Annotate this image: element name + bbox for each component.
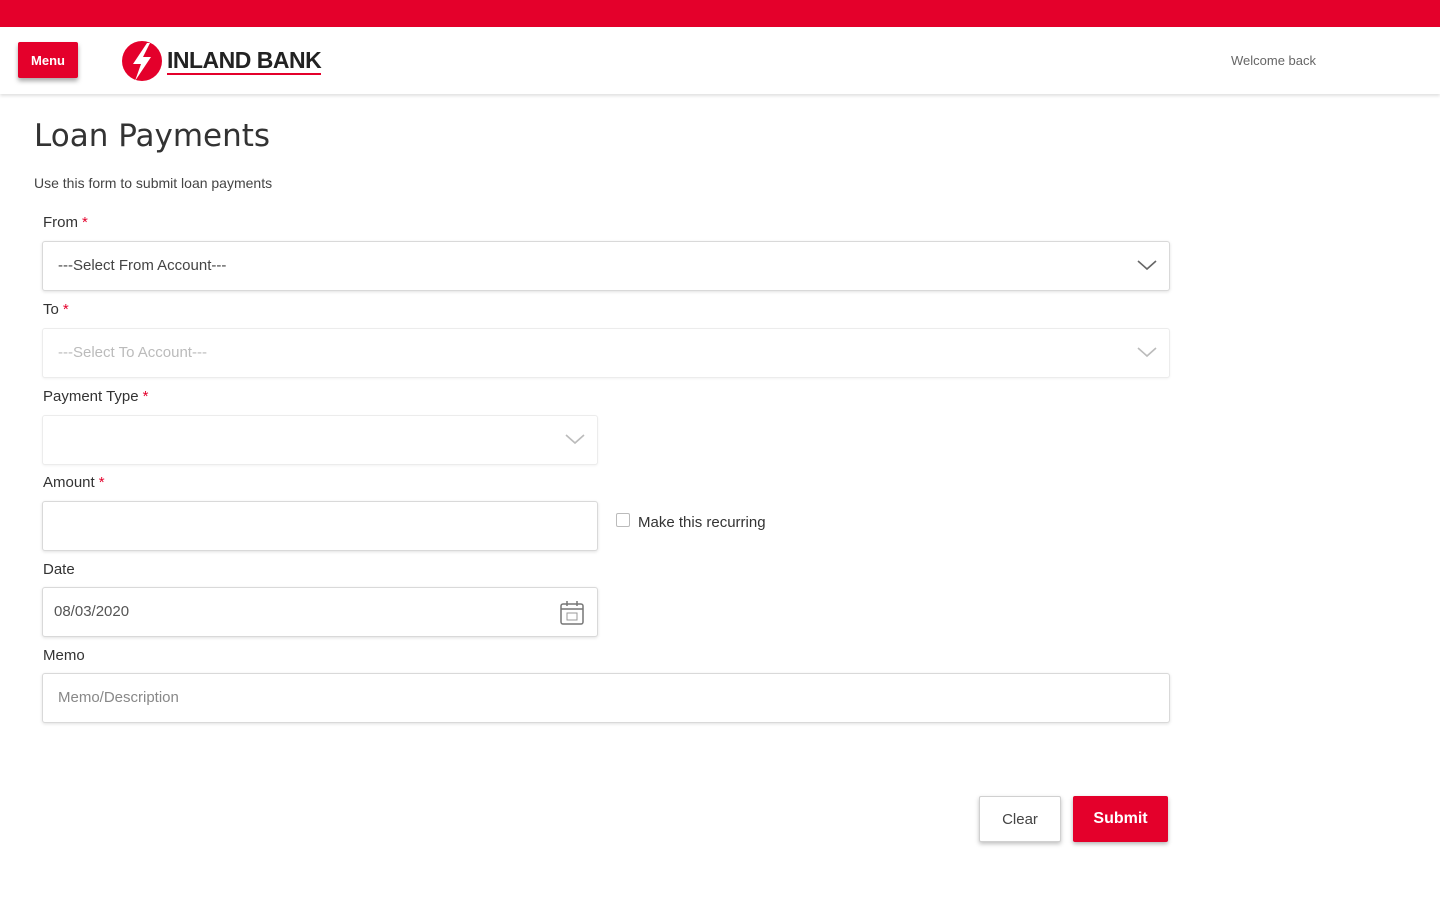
to-label: To * <box>43 301 69 318</box>
chevron-down-icon <box>1137 260 1157 271</box>
chevron-down-icon <box>1137 347 1157 358</box>
recurring-label[interactable]: Make this recurring <box>638 514 766 531</box>
required-marker: * <box>142 388 149 405</box>
page-subtitle: Use this form to submit loan payments <box>34 175 273 191</box>
amount-label: Amount * <box>43 474 105 491</box>
chevron-down-icon <box>565 434 585 445</box>
date-label-text: Date <box>43 561 75 578</box>
bank-logo-icon <box>122 41 162 81</box>
app-header: Menu INLAND BANK Welcome back <box>0 27 1440 94</box>
recurring-checkbox[interactable] <box>616 513 630 527</box>
memo-label: Memo <box>43 647 85 664</box>
required-marker: * <box>82 214 88 231</box>
from-label: From * <box>43 214 88 231</box>
required-marker: * <box>62 301 69 318</box>
date-label: Date <box>43 561 75 578</box>
required-marker: * <box>98 474 105 491</box>
bank-name: INLAND BANK <box>167 47 322 75</box>
memo-input[interactable]: Memo/Description <box>42 673 1170 723</box>
to-account-value: ---Select To Account--- <box>58 344 207 361</box>
payment-type-select[interactable] <box>42 415 598 465</box>
menu-button[interactable]: Menu <box>18 42 78 78</box>
top-brand-bar <box>0 0 1440 27</box>
submit-button[interactable]: Submit <box>1073 796 1168 842</box>
payment-type-label: Payment Type * <box>43 388 148 405</box>
amount-label-text: Amount <box>43 474 95 491</box>
bank-logo[interactable]: INLAND BANK <box>120 39 322 83</box>
date-input[interactable]: 08/03/2020 <box>42 587 598 637</box>
to-account-select[interactable]: ---Select To Account--- <box>42 328 1170 378</box>
payment-type-label-text: Payment Type <box>43 388 139 405</box>
calendar-icon[interactable] <box>559 600 585 626</box>
from-account-value: ---Select From Account--- <box>58 257 227 274</box>
welcome-message: Welcome back <box>1230 53 1316 68</box>
date-value: 08/03/2020 <box>54 603 130 620</box>
clear-button[interactable]: Clear <box>979 796 1061 842</box>
page-title: Loan Payments <box>34 118 271 154</box>
memo-placeholder: Memo/Description <box>58 689 179 706</box>
from-account-select[interactable]: ---Select From Account--- <box>42 241 1170 291</box>
from-label-text: From <box>43 214 78 231</box>
to-label-text: To <box>43 301 59 318</box>
memo-label-text: Memo <box>43 647 85 664</box>
amount-input[interactable] <box>42 501 598 551</box>
